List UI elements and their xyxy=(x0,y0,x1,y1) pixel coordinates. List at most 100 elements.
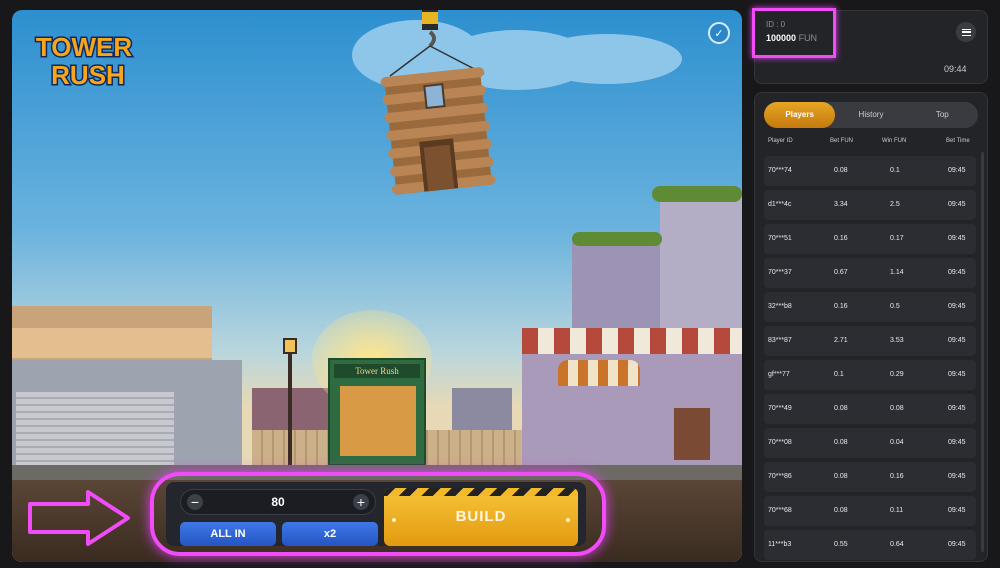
bet-time: 09:45 xyxy=(948,167,966,174)
player-id: 83***87 xyxy=(768,337,792,344)
bet-time: 09:45 xyxy=(948,269,966,276)
win-amount: 0.17 xyxy=(890,235,904,242)
bet-time: 09:45 xyxy=(948,201,966,208)
table-row: gf***77 0.1 0.29 09:45 xyxy=(764,360,976,390)
window-awning xyxy=(558,360,640,386)
bet-amount: 0.16 xyxy=(834,235,848,242)
table-row: 83***87 2.71 3.53 09:45 xyxy=(764,326,976,356)
player-id: 70***08 xyxy=(768,439,792,446)
table-header: Player ID Bet FUN Win FUN Bet Time xyxy=(764,138,978,150)
table-row: 70***37 0.67 1.14 09:45 xyxy=(764,258,976,288)
cloud xyxy=(532,34,682,84)
col-bet-time: Bet Time xyxy=(946,138,970,144)
tower-rush-shop: Tower Rush xyxy=(328,358,426,466)
bet-time: 09:45 xyxy=(948,473,966,480)
bet-amount: 3.34 xyxy=(834,201,848,208)
build-label: BUILD xyxy=(455,508,507,525)
lamp-light xyxy=(283,338,297,354)
clock: 09:44 xyxy=(944,64,967,74)
bet-amount: 0.08 xyxy=(834,439,848,446)
tab-top[interactable]: Top xyxy=(907,102,978,128)
logo-line2: RUSH xyxy=(51,60,125,90)
tall-building xyxy=(660,196,742,336)
win-amount: 0.16 xyxy=(890,473,904,480)
table-row: d1***4c 3.34 2.5 09:45 xyxy=(764,190,976,220)
bet-time: 09:45 xyxy=(948,337,966,344)
menu-button[interactable] xyxy=(956,22,976,42)
bet-amount: 0.08 xyxy=(834,405,848,412)
win-amount: 0.64 xyxy=(890,541,904,548)
bet-time: 09:45 xyxy=(948,371,966,378)
rooftop-plants xyxy=(652,186,742,202)
bet-amount: 0.1 xyxy=(834,371,844,378)
win-amount: 3.53 xyxy=(890,337,904,344)
table-row: 70***51 0.16 0.17 09:45 xyxy=(764,224,976,254)
player-id: 70***49 xyxy=(768,405,792,412)
win-amount: 0.08 xyxy=(890,405,904,412)
player-id: 11***b3 xyxy=(768,541,792,548)
player-id: d1***4c xyxy=(768,201,792,208)
col-player-id: Player ID xyxy=(768,138,793,144)
col-win: Win FUN xyxy=(882,138,907,144)
bet-time: 09:45 xyxy=(948,439,966,446)
bet-amount: 0.16 xyxy=(834,303,848,310)
bet-amount-value[interactable]: 80 xyxy=(271,495,284,509)
hanging-log-house xyxy=(380,10,496,195)
table-row: 70***49 0.08 0.08 09:45 xyxy=(764,394,976,424)
col-bet: Bet FUN xyxy=(830,138,854,144)
bet-time: 09:45 xyxy=(948,235,966,242)
balance-amount: 100000 xyxy=(766,33,797,43)
table-row: 70***08 0.08 0.04 09:45 xyxy=(764,428,976,458)
players-scrollbar[interactable] xyxy=(981,152,984,552)
all-in-button[interactable]: ALL IN xyxy=(180,522,276,546)
win-amount: 2.5 xyxy=(890,201,900,208)
tab-history[interactable]: History xyxy=(835,102,906,128)
tab-players[interactable]: Players xyxy=(764,102,836,128)
shield-icon[interactable]: ✓ xyxy=(708,22,730,44)
player-id: gf***77 xyxy=(768,371,790,378)
win-amount: 0.29 xyxy=(890,371,904,378)
players-table: 70***74 0.08 0.1 09:45 d1***4c 3.34 2.5 09:45 70… xyxy=(764,156,976,564)
table-row: 32***b8 0.16 0.5 09:45 xyxy=(764,292,976,322)
win-amount: 0.1 xyxy=(890,167,900,174)
build-button[interactable]: BUILD xyxy=(384,488,578,546)
win-amount: 1.14 xyxy=(890,269,904,276)
bet-time: 09:45 xyxy=(948,541,966,548)
table-row: 70***74 0.08 0.1 09:45 xyxy=(764,156,976,186)
player-id: 70***37 xyxy=(768,269,792,276)
player-id: 70***51 xyxy=(768,235,792,242)
rooftop-building xyxy=(572,242,662,332)
store-awning xyxy=(522,328,742,354)
shop-window xyxy=(340,386,416,456)
decrease-bet-button[interactable]: − xyxy=(187,494,203,510)
lamp-post xyxy=(288,346,292,466)
bet-amount: 0.55 xyxy=(834,541,848,548)
bet-time: 09:45 xyxy=(948,303,966,310)
bet-amount: 0.08 xyxy=(834,473,848,480)
game-window: TOWER RUSH ✓ Tower Rush − 80 + ALL IN x2… xyxy=(0,0,1000,568)
player-id: 70***86 xyxy=(768,473,792,480)
double-bet-button[interactable]: x2 xyxy=(282,522,378,546)
bet-amount-stepper[interactable]: − 80 + xyxy=(180,489,376,515)
rooftop-plants xyxy=(572,232,662,246)
bet-amount: 0.08 xyxy=(834,167,848,174)
user-id: ID : 0 xyxy=(766,20,786,29)
player-id: 32***b8 xyxy=(768,303,792,310)
win-amount: 0.11 xyxy=(890,507,904,514)
hazard-stripes xyxy=(384,488,578,496)
right-arrow-icon xyxy=(28,490,130,546)
garage-door xyxy=(16,392,174,466)
table-row: 70***86 0.08 0.16 09:45 xyxy=(764,462,976,492)
bet-amount: 0.08 xyxy=(834,507,848,514)
bet-time: 09:45 xyxy=(948,507,966,514)
bets-tabs: Players History Top xyxy=(764,102,978,128)
player-id: 70***74 xyxy=(768,167,792,174)
win-amount: 0.5 xyxy=(890,303,900,310)
bet-time: 09:45 xyxy=(948,405,966,412)
logo-line1: TOWER xyxy=(36,32,133,62)
player-id: 70***68 xyxy=(768,507,792,514)
store-door xyxy=(674,408,710,460)
shop-sign: Tower Rush xyxy=(334,364,420,378)
increase-bet-button[interactable]: + xyxy=(352,494,369,510)
tower-rush-logo: TOWER RUSH xyxy=(34,31,134,91)
